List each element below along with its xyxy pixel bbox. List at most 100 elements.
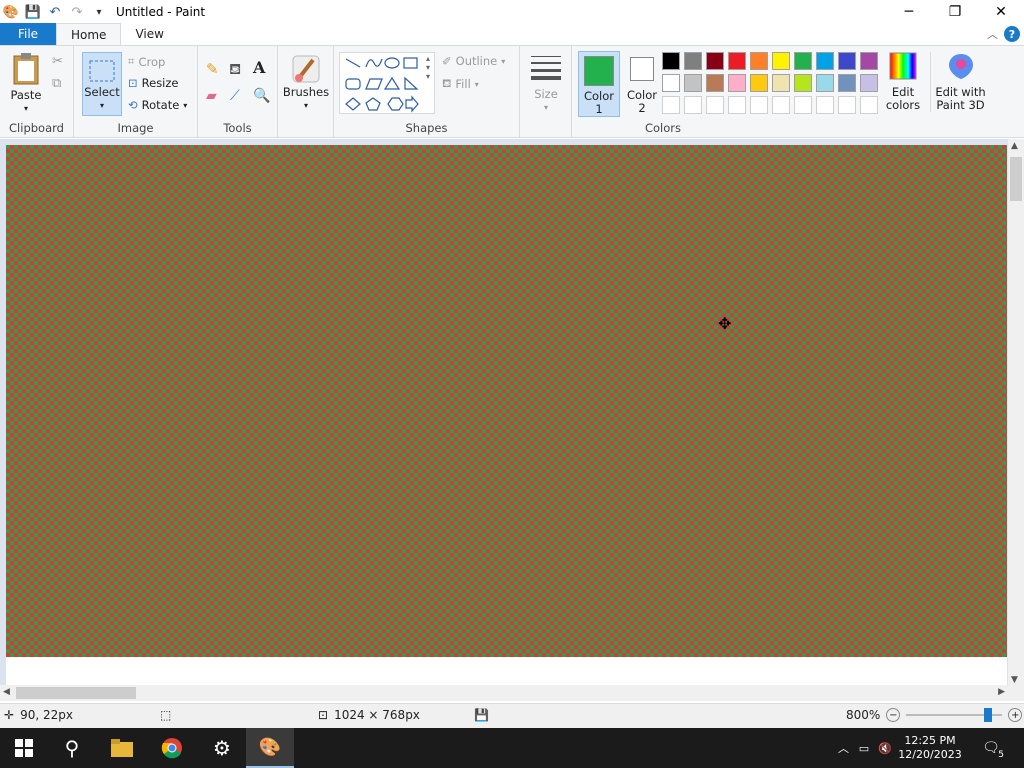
outline-icon: ✐ <box>442 54 452 68</box>
clipboard-group: Paste ▾ ✂ ⧉ Clipboard <box>0 46 74 138</box>
zoom-out-icon[interactable]: − <box>886 708 901 722</box>
eraser-icon[interactable]: ▰ <box>206 88 217 104</box>
palette-swatch[interactable] <box>794 52 812 70</box>
crop-button[interactable]: ⌗ Crop <box>128 54 165 69</box>
edit-colors-button[interactable]: Edit colors <box>882 52 924 112</box>
text-icon[interactable]: A <box>253 58 265 77</box>
canvas-offscreen <box>6 657 1007 687</box>
horizontal-scrollbar[interactable]: ◀ ▶ <box>0 685 1008 701</box>
title-bar: 🎨 💾 ↶ ↷ ▾ Untitled - Paint ─ ❐ ✕ <box>0 0 1024 24</box>
maximize-button[interactable]: ❐ <box>932 0 978 24</box>
undo-icon[interactable]: ↶ <box>46 3 64 21</box>
palette-swatch[interactable] <box>860 96 878 114</box>
palette-swatch[interactable] <box>662 96 680 114</box>
brushes-group: Brushes ▾ <box>278 46 334 138</box>
palette-swatch[interactable] <box>728 74 746 92</box>
palette-swatch[interactable] <box>662 52 680 70</box>
scroll-left-icon[interactable]: ◀ <box>3 687 10 697</box>
notifications-button[interactable]: 🗨 5 <box>976 728 1006 768</box>
copy-icon[interactable]: ⧉ <box>52 76 61 91</box>
palette-swatch[interactable] <box>860 74 878 92</box>
palette-swatch[interactable] <box>750 96 768 114</box>
palette-swatch[interactable] <box>838 74 856 92</box>
minimize-button[interactable]: ─ <box>886 0 932 24</box>
clock[interactable]: 12:25 PM 12/20/2023 <box>898 734 962 762</box>
scroll-right-icon[interactable]: ▶ <box>998 687 1005 697</box>
palette-swatch[interactable] <box>772 74 790 92</box>
color-picker-icon[interactable]: ⟋ <box>230 88 240 104</box>
fill-icon: ⛾ <box>442 76 452 90</box>
paint-taskbar-button[interactable]: 🎨 <box>246 728 294 768</box>
palette-swatch[interactable] <box>728 52 746 70</box>
search-button[interactable]: ⚲ <box>48 728 96 768</box>
start-button[interactable] <box>0 728 48 768</box>
palette-swatch[interactable] <box>706 52 724 70</box>
volume-muted-icon[interactable]: 🔇 <box>874 742 896 755</box>
select-button[interactable]: Select ▾ <box>82 52 122 116</box>
settings-button[interactable]: ⚙ <box>198 728 246 768</box>
zoom-slider-thumb[interactable] <box>984 708 993 722</box>
palette-swatch[interactable] <box>772 52 790 70</box>
palette-swatch[interactable] <box>750 52 768 70</box>
pencil-icon[interactable]: ✎ <box>206 60 219 78</box>
palette-swatch[interactable] <box>684 52 702 70</box>
quick-access-toolbar: 🎨 💾 ↶ ↷ ▾ <box>0 3 108 21</box>
tab-view[interactable]: View <box>121 23 177 45</box>
edit-with-paint3d-button[interactable]: Edit with Paint 3D <box>930 52 990 112</box>
cut-icon[interactable]: ✂ <box>52 54 63 69</box>
save-icon[interactable]: 💾 <box>24 3 42 21</box>
resize-button[interactable]: ⊡ Resize <box>128 76 179 90</box>
color1-button[interactable]: Color 1 <box>578 51 620 117</box>
palette-swatch[interactable] <box>684 96 702 114</box>
palette-swatch[interactable] <box>816 74 834 92</box>
customize-qat-icon[interactable]: ▾ <box>90 3 108 21</box>
vertical-scroll-thumb[interactable] <box>1010 157 1022 201</box>
close-button[interactable]: ✕ <box>978 0 1024 24</box>
color-palette <box>662 52 882 118</box>
magnifier-icon[interactable]: 🔍 <box>253 88 270 104</box>
paint-app-icon[interactable]: 🎨 <box>2 3 20 21</box>
palette-swatch[interactable] <box>706 96 724 114</box>
scroll-up-icon[interactable]: ▲ <box>1011 141 1018 151</box>
shapes-gallery[interactable] <box>339 52 435 114</box>
show-hidden-icons-icon[interactable]: ︿ <box>838 740 854 756</box>
size-button[interactable]: Size ▾ <box>528 52 564 114</box>
tab-home[interactable]: Home <box>56 23 122 45</box>
zoom-in-icon[interactable]: + <box>1008 708 1023 722</box>
palette-swatch[interactable] <box>772 96 790 114</box>
scroll-corner <box>1008 685 1024 701</box>
chrome-button[interactable] <box>148 728 196 768</box>
network-icon[interactable]: ▭ <box>854 742 874 755</box>
drawing-canvas[interactable] <box>6 145 1007 657</box>
brushes-button[interactable]: Brushes ▾ <box>282 52 330 112</box>
zoom-slider[interactable] <box>906 708 1003 722</box>
palette-swatch[interactable] <box>706 74 724 92</box>
fill-bucket-icon[interactable]: ⛾ <box>229 60 241 80</box>
scroll-down-icon[interactable]: ▼ <box>1011 675 1018 685</box>
palette-swatch[interactable] <box>838 52 856 70</box>
help-icon[interactable]: ? <box>1004 26 1020 42</box>
palette-swatch[interactable] <box>816 52 834 70</box>
palette-swatch[interactable] <box>794 74 812 92</box>
shapes-scroll-icon[interactable]: ▴ ▾ ▾ <box>426 54 430 81</box>
file-menu[interactable]: File <box>0 23 56 45</box>
palette-swatch[interactable] <box>750 74 768 92</box>
palette-swatch[interactable] <box>816 96 834 114</box>
paste-button[interactable]: Paste ▾ <box>6 52 46 115</box>
outline-button[interactable]: ✐ Outline ▾ <box>442 54 505 68</box>
fill-button[interactable]: ⛾ Fill ▾ <box>442 76 479 92</box>
redo-icon[interactable]: ↷ <box>68 3 86 21</box>
palette-swatch[interactable] <box>684 74 702 92</box>
horizontal-scroll-thumb[interactable] <box>16 687 136 699</box>
collapse-ribbon-icon[interactable]: ︿ <box>987 26 998 42</box>
file-explorer-button[interactable] <box>98 728 146 768</box>
palette-swatch[interactable] <box>838 96 856 114</box>
rotate-button[interactable]: ⟲ Rotate ▾ <box>128 98 187 112</box>
palette-swatch[interactable] <box>728 96 746 114</box>
palette-swatch[interactable] <box>860 52 878 70</box>
palette-swatch[interactable] <box>662 74 680 92</box>
palette-swatch[interactable] <box>794 96 812 114</box>
color2-button[interactable]: Color 2 <box>622 51 662 117</box>
vertical-scrollbar[interactable]: ▲ ▼ <box>1008 139 1024 687</box>
canvas-area[interactable]: ✥ <box>0 139 1008 687</box>
